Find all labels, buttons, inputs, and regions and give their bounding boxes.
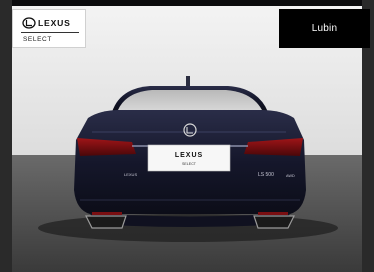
logo-text: LEXUS — [38, 18, 71, 28]
plate-sub: SELECT — [182, 162, 197, 166]
lexus-select-logo: LEXUS SELECT — [12, 9, 86, 48]
select-label: SELECT — [23, 36, 52, 43]
left-frame — [0, 0, 12, 272]
badge-left: LEXUS — [124, 172, 137, 177]
badge-trim: AWD — [286, 174, 295, 178]
dealer-location-badge: Lubin — [279, 9, 370, 48]
logo-divider — [21, 32, 79, 33]
lexus-logo-icon: LEXUS — [22, 17, 71, 29]
vehicle-photo: LEXUS SELECT LEXUS LS 500 AWD LEXUS SELE… — [0, 0, 374, 272]
top-strip — [0, 0, 374, 6]
badge-model: LS 500 — [258, 172, 274, 178]
plate-brand: LEXUS — [175, 152, 203, 159]
